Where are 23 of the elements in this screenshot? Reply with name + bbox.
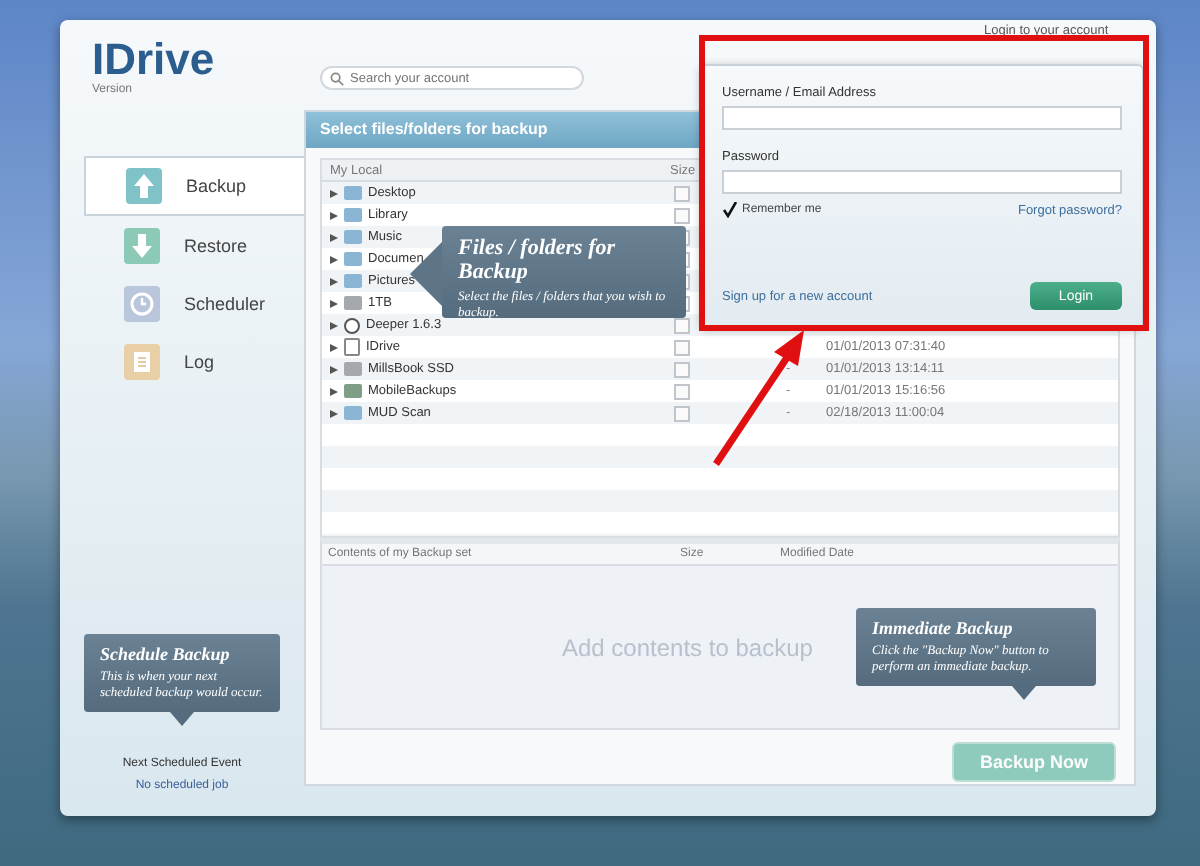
disk-image-icon [344, 317, 360, 333]
username-field[interactable] [722, 106, 1122, 130]
tooltip-title: Immediate Backup [872, 618, 1015, 638]
tooltip-title: Files / folders for Backup [458, 236, 618, 284]
password-field[interactable] [722, 170, 1122, 194]
sidebar-item[interactable]: Backup [84, 156, 304, 216]
backup-drive-icon [344, 384, 362, 398]
tooltip-title: Schedule Backup [100, 644, 232, 664]
annotation-arrow [713, 330, 804, 466]
tooltip-pointer [170, 712, 194, 726]
clock-icon [124, 285, 160, 321]
drive-icon [344, 296, 362, 310]
document-icon [124, 343, 160, 379]
checkbox[interactable] [722, 202, 738, 218]
app-logo: IDrive [92, 36, 217, 84]
sidebar-item[interactable]: Restore [84, 216, 304, 274]
tooltip-pointer [1012, 686, 1036, 700]
blank-file-icon [344, 338, 360, 356]
search-icon [330, 71, 344, 85]
sidebar-item[interactable]: Log [84, 332, 304, 390]
sidebar-item[interactable]: Scheduler [84, 274, 304, 332]
folder-icon [344, 406, 362, 420]
drive-icon [344, 362, 362, 376]
